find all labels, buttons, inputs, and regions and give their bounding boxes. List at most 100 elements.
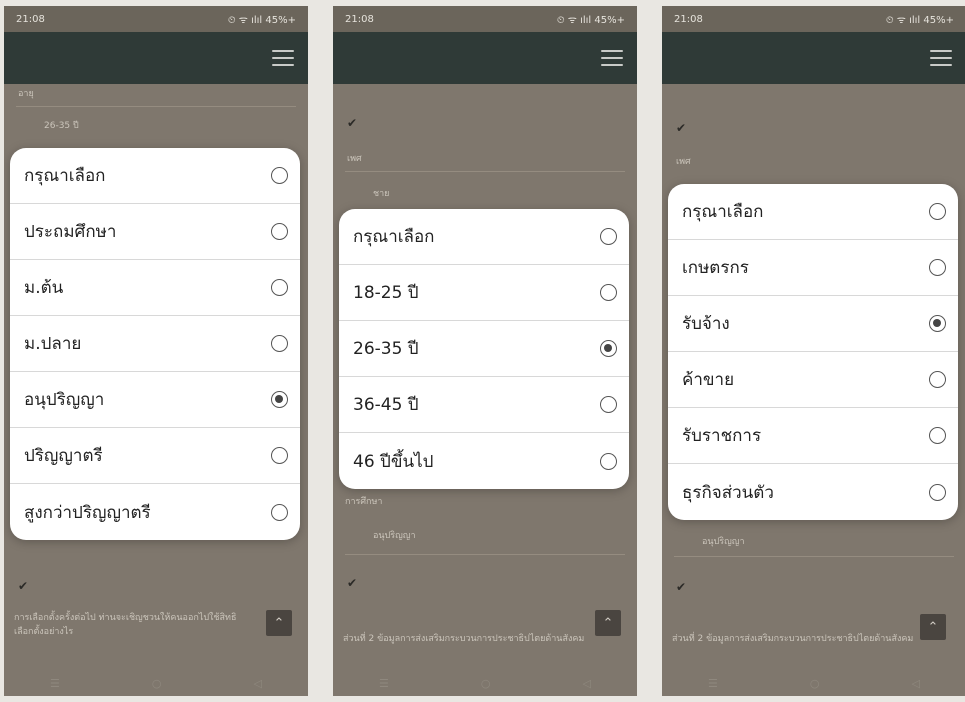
option-row[interactable]: 18-25 ปี bbox=[339, 265, 629, 321]
status-bar: 21:08 ⏲ ᯤ ılıl 45%+ bbox=[4, 6, 308, 32]
radio-unselected-icon[interactable] bbox=[271, 335, 288, 352]
status-icons: ⏲ ᯤ ılıl 45%+ bbox=[227, 15, 296, 26]
occupation-options-dialog: กรุณาเลือกเกษตรกรรับจ้างค้าขาย รับราชการธ… bbox=[668, 184, 958, 520]
radio-unselected-icon[interactable] bbox=[600, 452, 617, 470]
nav-home-icon[interactable]: ○ bbox=[152, 677, 162, 690]
option-row[interactable]: ค้าขาย bbox=[668, 352, 958, 408]
option-label: ม.ต้น bbox=[24, 278, 64, 298]
option-row[interactable]: อนุปริญญา bbox=[10, 372, 300, 428]
app-bar bbox=[662, 32, 965, 84]
bg-divider bbox=[345, 171, 625, 172]
status-time: 21:08 bbox=[16, 13, 45, 25]
option-row[interactable]: ปริญญาตรี bbox=[10, 428, 300, 484]
option-label: สูงกว่าปริญญาตรี bbox=[24, 502, 151, 523]
radio-unselected-icon[interactable] bbox=[929, 371, 946, 388]
option-row[interactable]: ธุรกิจส่วนตัว bbox=[668, 464, 958, 520]
option-row[interactable]: กรุณาเลือก bbox=[10, 148, 300, 204]
radio-unselected-icon[interactable] bbox=[271, 167, 288, 184]
education-options-dialog: กรุณาเลือกประถมศึกษาม.ต้นม.ปลายอนุปริญญา… bbox=[10, 148, 300, 540]
option-row[interactable]: 26-35 ปี bbox=[339, 321, 629, 377]
option-row[interactable]: กรุณาเลือก bbox=[339, 209, 629, 265]
nav-menu-icon[interactable]: ☰ bbox=[50, 677, 60, 690]
nav-bar: ☰ ○ ◁ bbox=[333, 670, 637, 696]
option-label: กรุณาเลือก bbox=[24, 166, 106, 186]
option-row[interactable]: ม.ปลาย bbox=[10, 316, 300, 372]
checkmark-icon: ✔ bbox=[676, 121, 687, 135]
radio-unselected-icon[interactable] bbox=[929, 203, 946, 220]
bg-field-value: อนุปริญญา bbox=[702, 537, 745, 547]
option-label: รับจ้าง bbox=[682, 314, 730, 334]
app-bar bbox=[333, 32, 637, 84]
option-label: ประถมศึกษา bbox=[24, 222, 117, 242]
checkmark-icon: ✔ bbox=[347, 576, 358, 590]
nav-back-icon[interactable]: ◁ bbox=[254, 677, 262, 690]
radio-unselected-icon[interactable] bbox=[929, 259, 946, 276]
radio-selected-icon[interactable] bbox=[271, 391, 288, 408]
hamburger-menu-icon[interactable] bbox=[601, 50, 623, 66]
radio-unselected-icon[interactable] bbox=[271, 447, 288, 464]
checkmark-icon: ✔ bbox=[18, 579, 29, 593]
status-icons: ⏲ ᯤ ılıl 45%+ bbox=[556, 15, 625, 26]
option-label: อนุปริญญา bbox=[24, 390, 105, 410]
option-row[interactable]: รับจ้าง bbox=[668, 296, 958, 352]
bg-field-value: 26-35 ปี bbox=[44, 121, 79, 131]
status-icons: ⏲ ᯤ ılıl 45%+ bbox=[885, 15, 954, 26]
bg-field-label: การศึกษา bbox=[345, 497, 383, 507]
bg-divider bbox=[16, 106, 296, 107]
option-label: ม.ปลาย bbox=[24, 334, 82, 354]
radio-unselected-icon[interactable] bbox=[929, 483, 946, 501]
scroll-up-button[interactable]: ⌃ bbox=[266, 610, 292, 636]
option-label: 26-35 ปี bbox=[353, 339, 419, 359]
option-row[interactable]: 46 ปีขึ้นไป bbox=[339, 433, 629, 489]
phone-screen-education: 21:08 ⏲ ᯤ ılıl 45%+ อายุ 26-35 ปี กรุณาเ… bbox=[4, 6, 308, 696]
scroll-up-button[interactable]: ⌃ bbox=[595, 610, 621, 636]
bg-field-label: เพศ bbox=[347, 154, 362, 164]
option-row[interactable]: สูงกว่าปริญญาตรี bbox=[10, 484, 300, 540]
status-bar: 21:08 ⏲ ᯤ ılıl 45%+ bbox=[662, 6, 965, 32]
hamburger-menu-icon[interactable] bbox=[272, 50, 294, 66]
nav-menu-icon[interactable]: ☰ bbox=[708, 677, 718, 690]
checkmark-icon: ✔ bbox=[347, 116, 358, 130]
radio-selected-icon[interactable] bbox=[929, 315, 946, 332]
bg-field-label: อายุ bbox=[18, 89, 34, 99]
bg-question-text: การเลือกตั้งครั้งต่อไป ท่านจะเชิญชวนให้ค… bbox=[14, 613, 237, 623]
option-row[interactable]: 36-45 ปี bbox=[339, 377, 629, 433]
option-row[interactable]: กรุณาเลือก bbox=[668, 184, 958, 240]
option-label: กรุณาเลือก bbox=[353, 227, 435, 247]
radio-unselected-icon[interactable] bbox=[600, 228, 617, 245]
hamburger-menu-icon[interactable] bbox=[930, 50, 952, 66]
nav-menu-icon[interactable]: ☰ bbox=[379, 677, 389, 690]
bg-field-label: เพศ bbox=[676, 157, 691, 167]
nav-home-icon[interactable]: ○ bbox=[481, 677, 491, 690]
status-time: 21:08 bbox=[674, 13, 703, 25]
scroll-up-button[interactable]: ⌃ bbox=[920, 614, 946, 640]
radio-unselected-icon[interactable] bbox=[600, 284, 617, 301]
radio-unselected-icon[interactable] bbox=[271, 223, 288, 240]
nav-bar: ☰ ○ ◁ bbox=[662, 670, 965, 696]
bg-section-title: ส่วนที่ 2 ข้อมูลการส่งเสริมกระบวนการประช… bbox=[343, 634, 585, 644]
nav-back-icon[interactable]: ◁ bbox=[912, 677, 920, 690]
radio-unselected-icon[interactable] bbox=[600, 396, 617, 413]
phone-screen-occupation: 21:08 ⏲ ᯤ ılıl 45%+ ✔ เพศ กรุณาเลือกเกษต… bbox=[662, 6, 965, 696]
option-row[interactable]: เกษตรกร bbox=[668, 240, 958, 296]
radio-unselected-icon[interactable] bbox=[271, 503, 288, 521]
age-options-dialog: กรุณาเลือก 18-25 ปี 26-35 ปี 36-45 ปี 46 ปีข… bbox=[339, 209, 629, 489]
option-label: ปริญญาตรี bbox=[24, 446, 103, 466]
option-row[interactable]: ม.ต้น bbox=[10, 260, 300, 316]
option-label: 18-25 ปี bbox=[353, 283, 419, 303]
bg-section-title: ส่วนที่ 2 ข้อมูลการส่งเสริมกระบวนการประช… bbox=[672, 634, 914, 644]
nav-home-icon[interactable]: ○ bbox=[810, 677, 820, 690]
option-label: กรุณาเลือก bbox=[682, 202, 764, 222]
option-label: ธุรกิจส่วนตัว bbox=[682, 482, 774, 503]
status-time: 21:08 bbox=[345, 13, 374, 25]
status-bar: 21:08 ⏲ ᯤ ılıl 45%+ bbox=[333, 6, 637, 32]
nav-back-icon[interactable]: ◁ bbox=[583, 677, 591, 690]
option-label: 36-45 ปี bbox=[353, 395, 419, 415]
option-row[interactable]: รับราชการ bbox=[668, 408, 958, 464]
option-row[interactable]: ประถมศึกษา bbox=[10, 204, 300, 260]
bg-question-text-line2: เลือกตั้งอย่างไร bbox=[14, 627, 74, 637]
radio-selected-icon[interactable] bbox=[600, 340, 617, 357]
radio-unselected-icon[interactable] bbox=[271, 279, 288, 296]
bg-divider bbox=[674, 556, 954, 557]
radio-unselected-icon[interactable] bbox=[929, 427, 946, 444]
